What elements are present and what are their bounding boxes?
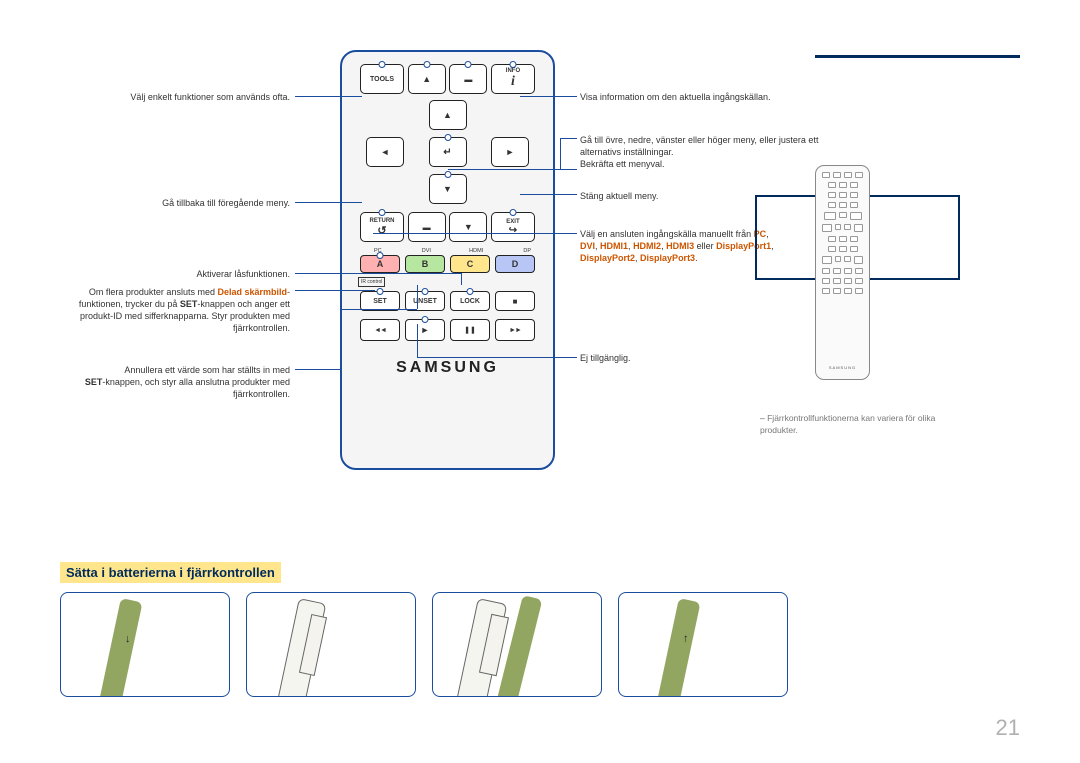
hdmi-tiny-label: HDMI xyxy=(469,248,483,254)
a-button: A xyxy=(360,255,400,273)
up-secondary-button xyxy=(408,64,446,94)
c-button: C xyxy=(450,255,490,273)
playback-row xyxy=(360,319,535,341)
abcd-row: A B C D xyxy=(360,255,535,273)
ir-row: IR control xyxy=(360,277,535,287)
dpad-up xyxy=(429,100,467,130)
info-button: INFO i xyxy=(491,64,535,94)
play-button xyxy=(405,319,445,341)
battery-step-2 xyxy=(246,592,416,697)
return-icon xyxy=(377,224,386,237)
set-callout: Om flera produkter ansluts med Delad skä… xyxy=(60,286,290,335)
dpad xyxy=(360,100,535,204)
info-icon: i xyxy=(511,74,515,90)
b-button: B xyxy=(405,255,445,273)
side-brand: SAMSUNG xyxy=(829,365,856,370)
leader-return xyxy=(295,202,362,203)
ir-label: IR control xyxy=(358,277,385,287)
tools-label: TOOLS xyxy=(370,76,394,83)
leader-dpad2 xyxy=(560,138,577,139)
footnote: – Fjärrkontrollfunktionerna kan variera … xyxy=(760,413,960,437)
remote-diagram-area: TOOLS INFO i xyxy=(60,50,1020,470)
dvi-tiny-label: DVI xyxy=(422,248,431,254)
set-button: SET xyxy=(360,291,400,311)
leader-set xyxy=(295,290,375,291)
leader-dpad-v xyxy=(560,138,561,169)
battery-step-4: ↓ xyxy=(618,592,788,697)
lock-button: LOCK xyxy=(450,291,490,311)
leader-unset2 xyxy=(340,309,417,310)
section-title: Sätta i batterierna i fjärrkontrollen xyxy=(60,562,281,583)
leader-unset-v xyxy=(340,290,341,369)
remote-control: TOOLS INFO i xyxy=(340,50,555,470)
abcd-tiny-labels: PC DVI HDMI DP xyxy=(360,248,535,254)
page-number: 21 xyxy=(996,715,1020,741)
down-secondary-button xyxy=(449,212,487,242)
arrow-down-icon: ↓ xyxy=(125,633,131,645)
leader-tools xyxy=(295,96,362,97)
stop-button xyxy=(495,291,535,311)
d-button: D xyxy=(495,255,535,273)
leader-unset xyxy=(295,369,340,370)
side-diagram: SAMSUNG – Fjärrkontrollfunktionerna kan … xyxy=(755,165,960,430)
side-remote: SAMSUNG xyxy=(815,165,870,380)
info-callout: Visa information om den aktuella ingångs… xyxy=(580,91,770,103)
dpad-center xyxy=(429,137,467,167)
unset-button: UNSET xyxy=(405,291,445,311)
return-callout: Gå tillbaka till föregående meny. xyxy=(162,197,290,209)
rewind-button xyxy=(360,319,400,341)
leader-info xyxy=(520,96,577,97)
leader-lock xyxy=(295,273,461,274)
leader-exit xyxy=(520,194,577,195)
unset-callout: Annullera ett värde som har ställts in m… xyxy=(60,364,290,400)
lock-callout: Aktiverar låsfunktionen. xyxy=(196,268,290,280)
dpad-down xyxy=(429,174,467,204)
return-button: RETURN xyxy=(360,212,404,242)
battery-step-3 xyxy=(432,592,602,697)
leader-lock-v xyxy=(461,273,462,285)
arrow-up-icon: ↓ xyxy=(683,633,689,645)
leader-unset3 xyxy=(417,285,418,309)
leader-dpad xyxy=(448,169,577,170)
pause-button xyxy=(450,319,490,341)
remote-brand: SAMSUNG xyxy=(360,359,535,377)
exit-button: EXIT xyxy=(491,212,535,242)
blank-button-2 xyxy=(408,212,446,242)
dp-tiny-label: DP xyxy=(523,248,531,254)
tools-callout: Välj enkelt funktioner som används ofta. xyxy=(130,91,290,103)
blank-button-1 xyxy=(449,64,487,94)
dpad-left xyxy=(366,137,404,167)
dpad-right xyxy=(491,137,529,167)
fwd-button xyxy=(495,319,535,341)
tools-button: TOOLS xyxy=(360,64,404,94)
leader-play-v xyxy=(417,324,418,357)
playback-callout: Ej tillgänglig. xyxy=(580,352,631,364)
leader-abcd xyxy=(373,233,577,234)
battery-step-1: ↓ xyxy=(60,592,230,697)
set-row: SET UNSET LOCK xyxy=(360,291,535,311)
exit-callout: Stäng aktuell meny. xyxy=(580,190,658,202)
leader-play xyxy=(417,357,577,358)
battery-steps: ↓ ↓ xyxy=(60,592,788,697)
